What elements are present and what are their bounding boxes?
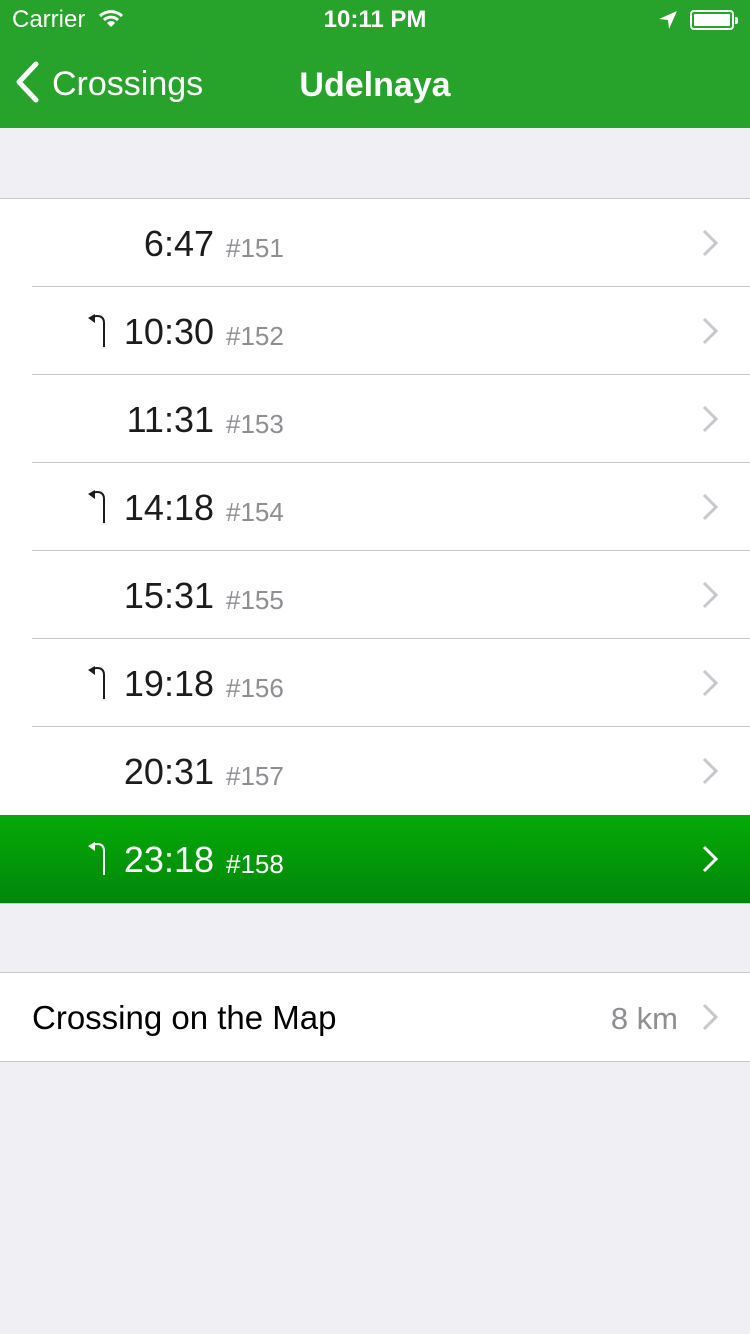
chevron-right-icon [702, 1003, 719, 1036]
train-row[interactable]: 15:31 #155 [0, 550, 750, 639]
train-time: 6:47 [143, 223, 214, 264]
train-time: 15:31 [123, 575, 214, 616]
train-row[interactable]: 10:30 #152 [0, 286, 750, 375]
chevron-right-icon [702, 229, 719, 262]
train-number: #156 [226, 673, 284, 703]
train-row[interactable]: 14:18 #154 [0, 462, 750, 551]
crossing-on-map-row[interactable]: Crossing on the Map 8 km [0, 973, 750, 1061]
chevron-left-icon [14, 61, 40, 108]
train-row[interactable]: 6:47 #151 [0, 199, 750, 287]
status-time: 10:11 PM [323, 6, 427, 33]
chevron-right-icon [702, 317, 719, 350]
train-number: #154 [226, 497, 284, 527]
chevron-right-icon [702, 757, 719, 790]
train-row[interactable]: 19:18 #156 [0, 638, 750, 727]
train-row-selected[interactable]: 23:18 #158 [0, 815, 750, 903]
chevron-right-icon [702, 581, 719, 614]
navigation-header: Carrier 10:11 PM Crossings Udelnaya [0, 0, 750, 128]
location-arrow-icon [658, 10, 678, 35]
back-button-label: Crossings [52, 64, 204, 103]
train-time: 23:18 [123, 839, 214, 880]
chevron-right-icon [702, 669, 719, 702]
crossing-on-map-label: Crossing on the Map [32, 999, 337, 1036]
train-time: 20:31 [123, 751, 214, 792]
chevron-right-icon [702, 845, 719, 878]
train-number: #152 [226, 321, 284, 351]
train-time: 14:18 [123, 487, 214, 528]
train-number: #153 [226, 409, 284, 439]
chevron-right-icon [702, 405, 719, 438]
map-section: Crossing on the Map 8 km [0, 972, 750, 1062]
train-row[interactable]: 20:31 #157 [0, 726, 750, 815]
train-number: #155 [226, 585, 284, 615]
train-row[interactable]: 11:31 #153 [0, 374, 750, 463]
train-number: #151 [226, 233, 284, 263]
chevron-right-icon [702, 493, 719, 526]
train-schedule-list: 6:47 #151 10:30 #152 11:31 #153 14:18 #1… [0, 198, 750, 904]
train-time: 10:30 [123, 311, 214, 352]
distance-value: 8 km [610, 1001, 678, 1036]
back-button[interactable]: Crossings [14, 58, 203, 110]
train-number: #158 [226, 849, 284, 879]
battery-icon [690, 10, 738, 30]
status-bar: Carrier 10:11 PM [0, 0, 750, 40]
train-time: 19:18 [123, 663, 214, 704]
train-time: 11:31 [126, 399, 214, 440]
train-number: #157 [226, 761, 284, 791]
